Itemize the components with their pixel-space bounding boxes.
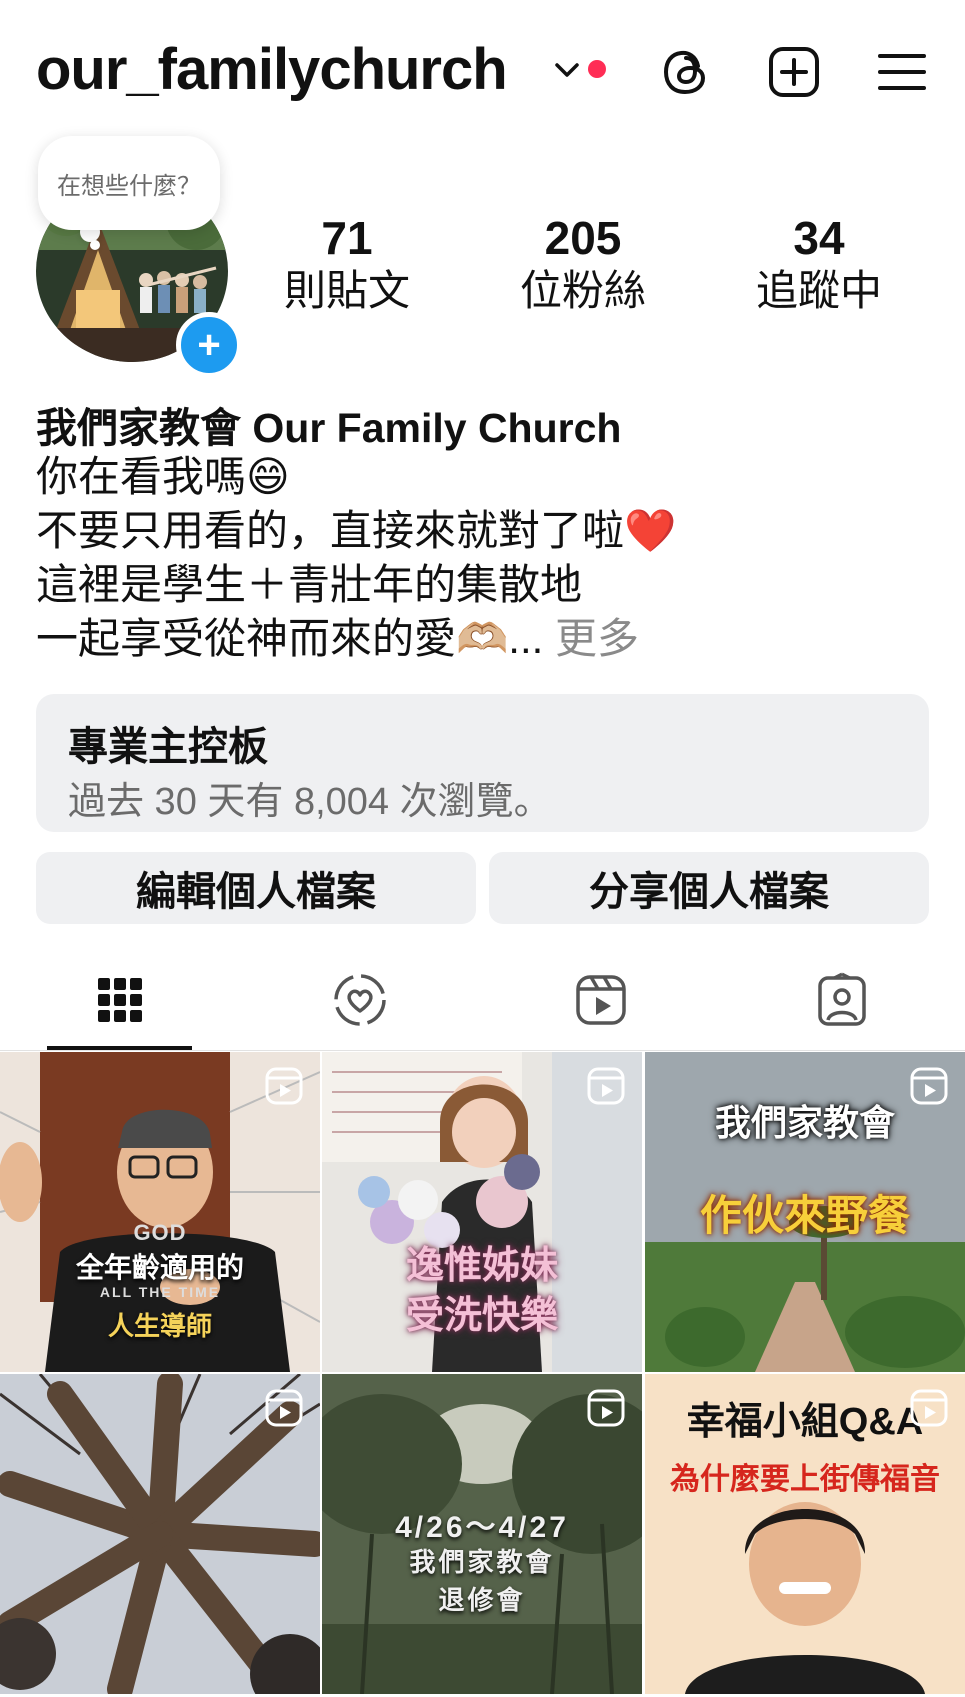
chevron-down-icon[interactable]	[552, 58, 582, 82]
stat-following-value: 34	[793, 212, 845, 264]
dashboard-title: 專業主控板	[68, 725, 268, 769]
tabs-divider	[0, 1050, 965, 1051]
note-bubble[interactable]: 在想些什麼？	[38, 136, 220, 230]
stat-following[interactable]: 34 追蹤中	[724, 212, 914, 318]
bio-line-last: 一起享受從神而來的愛🫶🏼... 更多	[36, 612, 639, 666]
stat-followers-value: 205	[544, 212, 622, 264]
stat-following-label: 追蹤中	[755, 267, 882, 314]
threads-icon[interactable]	[658, 44, 714, 100]
note-bubble-tail	[90, 240, 100, 250]
post-caption: 受洗快樂	[405, 1295, 558, 1337]
reel-badge-icon	[910, 1389, 948, 1427]
post-caption: 4/26～4/27	[395, 1511, 569, 1544]
stat-followers-label: 位粉絲	[519, 267, 646, 314]
post-caption: 逸惟姊妹	[405, 1245, 558, 1287]
create-icon[interactable]	[766, 44, 822, 100]
stat-followers[interactable]: 205 位粉絲	[488, 212, 678, 318]
bio-line: 這裡是學生＋青壯年的集散地	[36, 561, 583, 608]
reels-icon[interactable]	[571, 970, 631, 1030]
bio-line: 一起享受從神而來的愛🫶🏼...	[36, 615, 544, 662]
stat-posts-label: 則貼文	[283, 267, 410, 314]
grid-post[interactable]: 幸福小組Q&A 為什麼要上街傳福音	[645, 1374, 965, 1694]
reel-badge-icon	[265, 1067, 303, 1105]
grid-post[interactable]: 我們家教會 作伙來野餐	[645, 1052, 965, 1372]
profile-display-name: 我們家教會 Our Family Church	[36, 405, 622, 451]
share-profile-button[interactable]: 分享個人檔案	[489, 852, 929, 924]
edit-profile-button[interactable]: 編輯個人檔案	[36, 852, 476, 924]
bio-line: 不要只用看的，直接來就對了啦❤️	[36, 507, 677, 554]
profile-username[interactable]: our_familychurch	[36, 36, 508, 103]
grid-icon[interactable]	[90, 970, 150, 1030]
stat-posts-value: 71	[321, 212, 373, 264]
bio-more-link[interactable]: 更多	[543, 615, 639, 662]
heart-collab-icon[interactable]	[330, 970, 390, 1030]
reel-badge-icon	[265, 1389, 303, 1427]
tagged-icon[interactable]	[812, 970, 872, 1030]
grid-post[interactable]: 4/26～4/27 我們家教會 退修會	[322, 1374, 642, 1694]
post-caption: 人生導師	[107, 1311, 212, 1341]
add-story-button[interactable]: +	[176, 312, 242, 378]
professional-dashboard[interactable]: 專業主控板 過去 30 天有 8,004 次瀏覽。	[36, 694, 929, 832]
reel-badge-icon	[587, 1389, 625, 1427]
grid-post[interactable]: 逸惟姊妹 受洗快樂	[322, 1052, 642, 1372]
shirt-text: GOD	[133, 1220, 187, 1245]
stat-posts[interactable]: 71 則貼文	[252, 212, 442, 318]
post-caption: 全年齡適用的	[75, 1252, 244, 1283]
post-caption: 我們家教會	[409, 1547, 555, 1577]
reel-badge-icon	[587, 1067, 625, 1105]
bio-line: 你在看我嗎😄	[36, 453, 290, 500]
reel-badge-icon	[910, 1067, 948, 1105]
post-caption: 作伙來野餐	[699, 1192, 910, 1239]
notification-dot	[588, 60, 606, 78]
dashboard-subtitle: 過去 30 天有 8,004 次瀏覽。	[68, 781, 552, 823]
menu-icon[interactable]	[874, 44, 930, 100]
post-caption: 為什麼要上街傳福音	[670, 1463, 940, 1496]
post-caption: 退修會	[438, 1585, 526, 1615]
grid-post[interactable]	[0, 1374, 320, 1694]
shirt-subtext: ALL THE TIME	[99, 1284, 221, 1300]
grid-post[interactable]: GOD 全年齡適用的 ALL THE TIME 人生導師	[0, 1052, 320, 1372]
